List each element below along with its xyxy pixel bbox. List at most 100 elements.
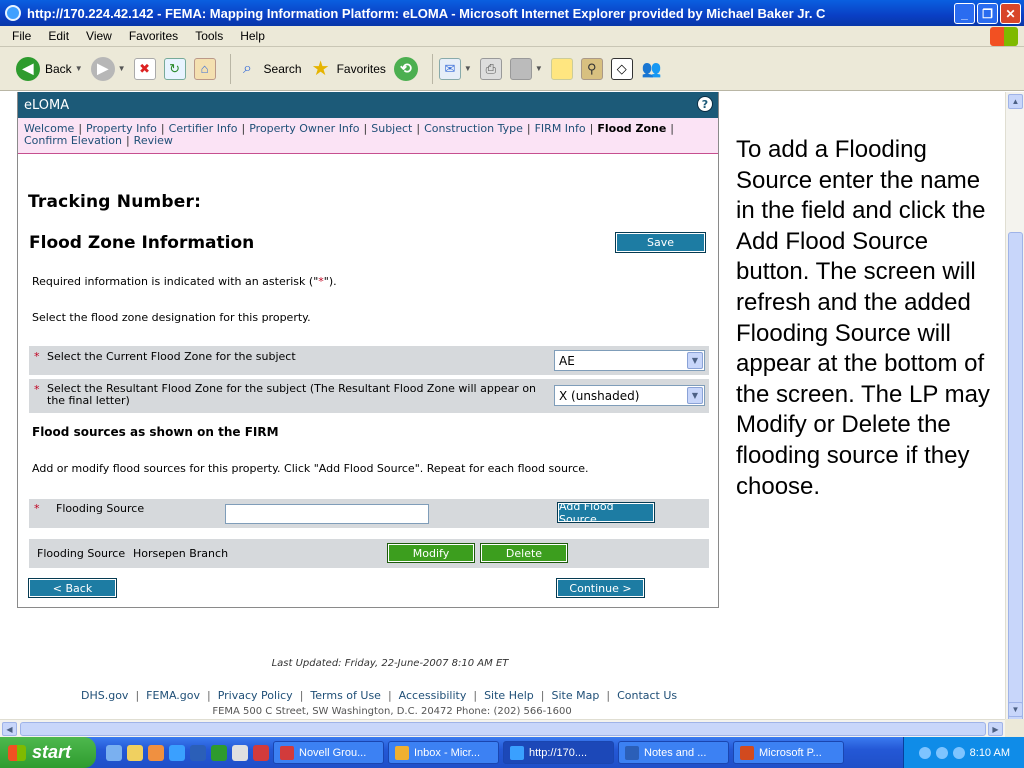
help-icon[interactable]: ? (697, 96, 713, 112)
quick-launch-icon[interactable] (211, 744, 227, 761)
system-tray: 8:10 AM (903, 737, 1024, 768)
menu-edit[interactable]: Edit (48, 29, 69, 43)
scroll-left-icon[interactable]: ◀ (2, 722, 17, 736)
close-button[interactable]: ✕ (1000, 3, 1021, 24)
nav-firm-info[interactable]: FIRM Info (535, 122, 586, 135)
chevron-down-icon[interactable]: ▼ (535, 64, 543, 73)
back-button[interactable]: ◀ Back ▼ (16, 56, 83, 81)
current-zone-select[interactable]: AE ▼ (554, 350, 705, 371)
home-button[interactable]: ⌂ (193, 57, 216, 80)
horizontal-scroll-thumb[interactable] (20, 722, 986, 736)
stop-button[interactable]: ✖ (133, 57, 156, 80)
edit-button[interactable]: ▼ (509, 57, 543, 80)
save-button[interactable]: Save (615, 232, 706, 253)
chevron-down-icon[interactable]: ▼ (75, 64, 83, 73)
discuss-button[interactable] (550, 57, 573, 80)
menu-tools[interactable]: Tools (195, 29, 223, 43)
scroll-right-icon[interactable]: ▶ (988, 722, 1003, 736)
vertical-scrollbar[interactable]: ▲ ▼ (1005, 92, 1024, 768)
tray-icon[interactable] (935, 746, 948, 759)
menu-view[interactable]: View (86, 29, 112, 43)
forward-button[interactable]: ▶ ▼ (90, 56, 126, 81)
browser-viewport: eLOMA ? Welcome | Property Info | Certifier … (0, 92, 1005, 719)
nav-property-owner-info[interactable]: Property Owner Info (249, 122, 359, 135)
windows-flag-icon (990, 27, 1018, 46)
taskbar-item-powerpoint[interactable]: Microsoft P... (733, 741, 844, 764)
quick-launch-icon[interactable] (106, 744, 122, 761)
search-label: Search (263, 61, 302, 76)
research-button[interactable]: ⚲ (580, 57, 603, 80)
favorites-button[interactable]: ★ Favorites (310, 58, 386, 80)
footer-link-terms[interactable]: Terms of Use (310, 689, 381, 702)
scroll-down-icon[interactable]: ▼ (1008, 702, 1023, 717)
outlook-icon (395, 745, 409, 760)
word-icon (625, 745, 639, 760)
minimize-button[interactable]: _ (954, 3, 975, 24)
taskbar-item-notes[interactable]: Notes and ... (618, 741, 729, 764)
quick-launch-icon[interactable] (169, 744, 185, 761)
novell-icon (280, 745, 294, 760)
ie-icon (510, 745, 524, 760)
delete-button[interactable]: Delete (480, 543, 568, 563)
quick-launch-icon[interactable] (253, 744, 269, 761)
footer-link-dhs[interactable]: DHS.gov (81, 689, 128, 702)
restore-button[interactable]: ❐ (977, 3, 998, 24)
resultant-zone-value: X (unshaded) (559, 388, 640, 403)
horizontal-scrollbar[interactable]: ◀ ▶ (0, 719, 1005, 737)
nav-construction-type[interactable]: Construction Type (424, 122, 523, 135)
modify-button[interactable]: Modify (387, 543, 475, 563)
flooding-source-row: * Flooding Source Add Flood Source (29, 499, 709, 528)
quick-launch-icon[interactable] (232, 744, 248, 761)
continue-button[interactable]: Continue > (556, 578, 645, 598)
messenger-button[interactable]: 👥 (641, 58, 663, 80)
menu-help[interactable]: Help (240, 29, 265, 43)
footer-link-fema[interactable]: FEMA.gov (146, 689, 200, 702)
refresh-icon: ↻ (163, 57, 186, 80)
taskbar-item-inbox[interactable]: Inbox - Micr... (388, 741, 499, 764)
eloma-panel: eLOMA ? Welcome | Property Info | Certifier … (17, 92, 719, 608)
footer-link-accessibility[interactable]: Accessibility (399, 689, 467, 702)
footer-link-privacy[interactable]: Privacy Policy (218, 689, 293, 702)
chevron-down-icon[interactable]: ▼ (464, 64, 472, 73)
favorites-label: Favorites (336, 61, 386, 76)
nav-confirm-elevation[interactable]: Confirm Elevation (24, 134, 122, 147)
print-button[interactable]: ⎙ (479, 57, 502, 80)
existing-source-label: Flooding Source (37, 547, 126, 560)
window-title-bar[interactable]: http://170.224.42.142 - FEMA: Mapping In… (0, 0, 1024, 26)
start-button[interactable]: start (0, 737, 96, 768)
tray-icon[interactable] (952, 746, 965, 759)
refresh-button[interactable]: ↻ (163, 57, 186, 80)
nav-certifier-info[interactable]: Certifier Info (169, 122, 238, 135)
chevron-down-icon[interactable]: ▼ (118, 64, 126, 73)
quick-launch-icon[interactable] (148, 744, 164, 761)
back-step-button[interactable]: < Back (28, 578, 117, 598)
taskbar-item-novell[interactable]: Novell Grou... (273, 741, 384, 764)
taskbar-item-browser[interactable]: http://170.... (503, 741, 614, 764)
nav-subject[interactable]: Subject (371, 122, 412, 135)
print-icon: ⎙ (479, 57, 502, 80)
history-button[interactable]: ⟲ (393, 56, 418, 81)
footer-link-contact[interactable]: Contact Us (617, 689, 677, 702)
quick-launch-icon[interactable] (190, 744, 206, 761)
vertical-scroll-thumb[interactable] (1008, 232, 1023, 768)
tray-icon[interactable] (918, 746, 931, 759)
frame-button[interactable]: ◇ (610, 57, 633, 80)
select-note: Select the flood zone designation for th… (32, 311, 311, 324)
add-flood-source-button[interactable]: Add Flood Source (557, 500, 655, 526)
resultant-zone-label: Select the Resultant Flood Zone for the … (47, 382, 537, 407)
chevron-down-icon[interactable]: ▼ (687, 387, 703, 404)
menu-file[interactable]: File (12, 29, 31, 43)
footer-link-site-help[interactable]: Site Help (484, 689, 534, 702)
resultant-zone-select[interactable]: X (unshaded) ▼ (554, 385, 705, 406)
scroll-up-icon[interactable]: ▲ (1008, 94, 1023, 109)
quick-launch-icon[interactable] (127, 744, 143, 761)
footer-link-site-map[interactable]: Site Map (552, 689, 600, 702)
nav-review[interactable]: Review (134, 134, 173, 147)
flooding-source-input[interactable] (225, 504, 429, 524)
search-button[interactable]: ⌕ Search (237, 58, 302, 80)
menu-favorites[interactable]: Favorites (129, 29, 178, 43)
required-asterisk: * (34, 350, 40, 363)
mail-button[interactable]: ✉ ▼ (438, 57, 472, 80)
nav-flood-zone[interactable]: Flood Zone (597, 122, 666, 135)
chevron-down-icon[interactable]: ▼ (687, 352, 703, 369)
